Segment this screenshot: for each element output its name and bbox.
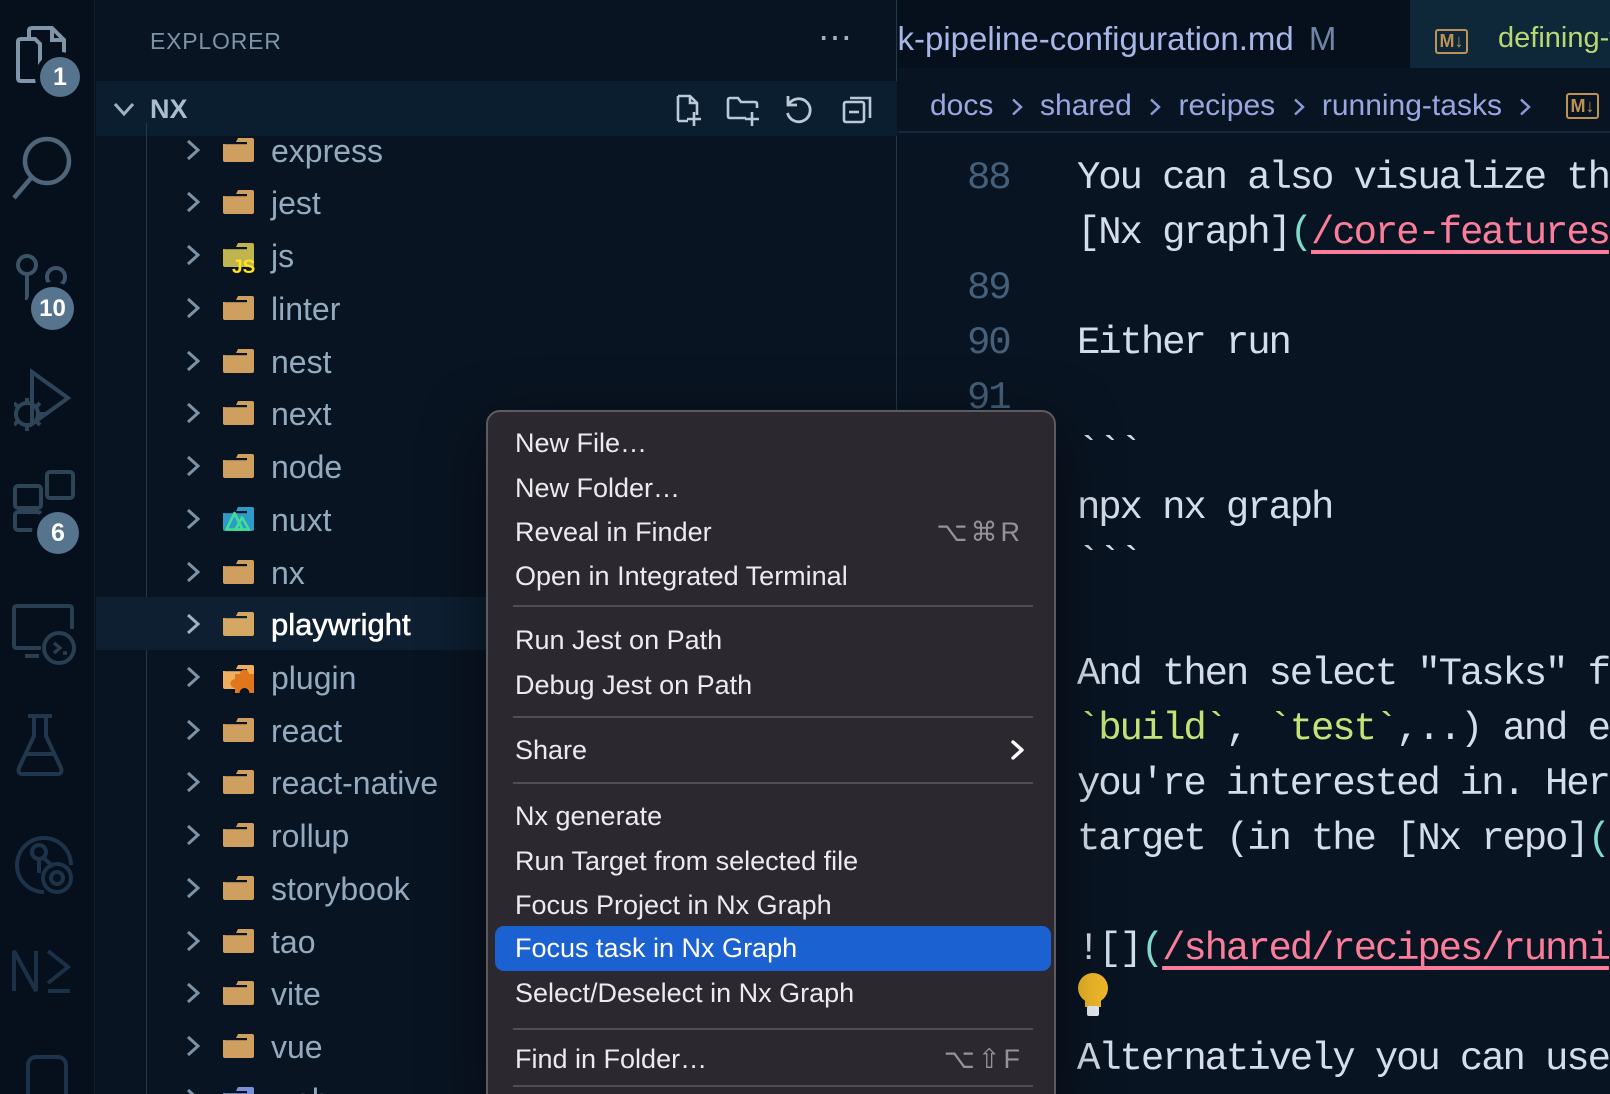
svg-text:JS: JS <box>232 257 255 278</box>
